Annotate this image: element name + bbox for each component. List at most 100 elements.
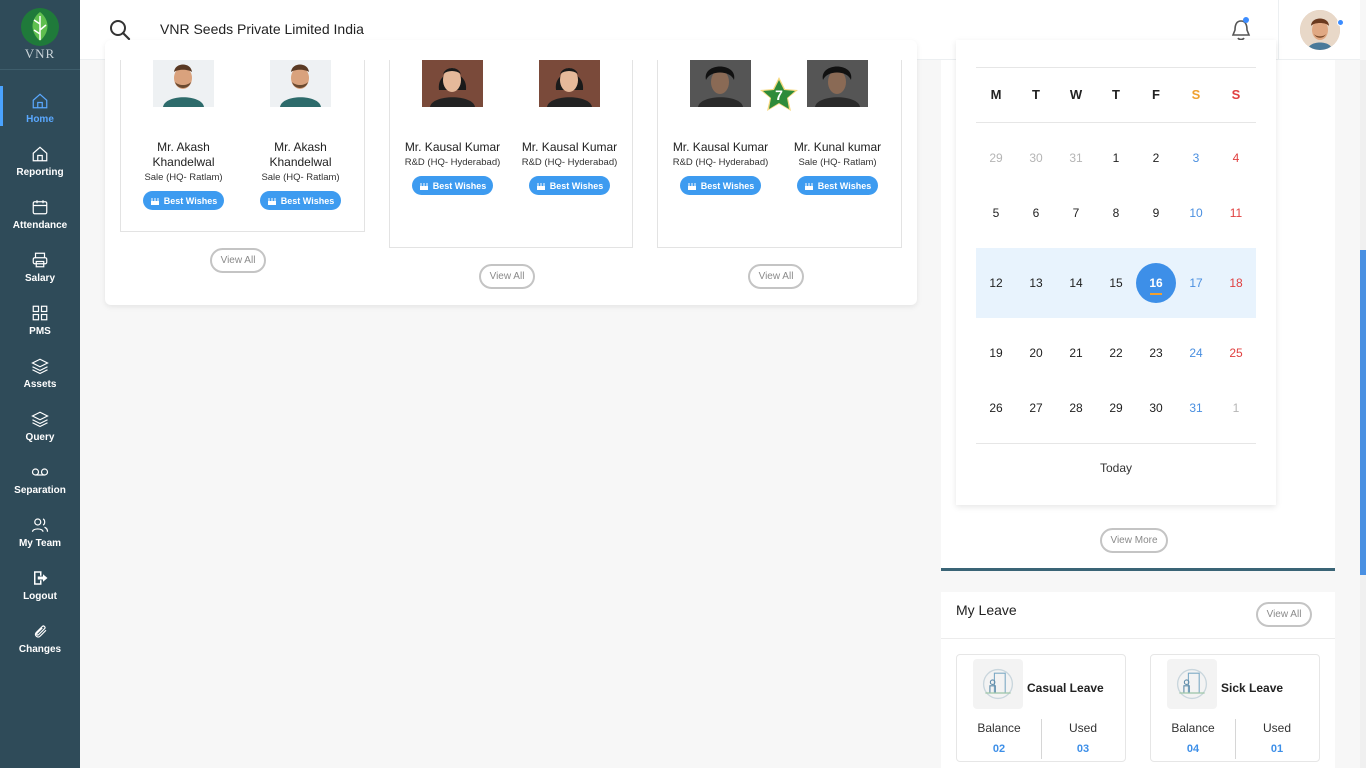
calendar-day[interactable]: 23 — [1136, 346, 1176, 360]
calendar-day[interactable]: 19 — [976, 346, 1016, 360]
calendar-day-today[interactable]: 16 — [1136, 276, 1176, 290]
best-wishes-button[interactable]: Best Wishes — [679, 176, 762, 195]
calendar-day[interactable]: 21 — [1056, 346, 1096, 360]
cake-icon — [804, 182, 813, 190]
person-card: Mr. Kausal Kumar R&D (HQ- Hyderabad) Bes… — [511, 60, 628, 196]
sidebar-item-separation[interactable]: Separation — [0, 453, 80, 506]
leave-balance: Balance 02 — [957, 721, 1041, 755]
calendar-day[interactable]: 30 — [1136, 401, 1176, 415]
calendar-day[interactable]: 29 — [1096, 401, 1136, 415]
calendar-divider — [976, 122, 1256, 123]
sidebar-item-label: Assets — [23, 379, 57, 390]
today-button[interactable]: Today — [976, 461, 1256, 475]
calendar-day[interactable]: 4 — [1216, 151, 1256, 165]
best-wishes-button[interactable]: Best Wishes — [528, 176, 611, 195]
leaf-logo-icon — [21, 8, 59, 46]
voicemail-icon — [31, 468, 49, 476]
sidebar-item-label: My Team — [18, 538, 62, 549]
person-photo — [539, 60, 600, 107]
calendar-day[interactable]: 20 — [1016, 346, 1056, 360]
calendar-day[interactable]: 13 — [1016, 276, 1056, 290]
leave-card-sick[interactable]: Sick Leave Balance 04 Used 01 — [1150, 654, 1320, 762]
avatar[interactable] — [1300, 10, 1340, 50]
calendar-day[interactable]: 12 — [976, 276, 1016, 290]
sidebar-item-label: Salary — [24, 273, 56, 284]
calendar-day[interactable]: 14 — [1056, 276, 1096, 290]
sidebar-item-logout[interactable]: Logout — [0, 559, 80, 612]
person-name: Mr. Kunal kumar — [793, 140, 882, 154]
calendar-day[interactable]: 2 — [1136, 151, 1176, 165]
calendar-day[interactable]: 24 — [1176, 346, 1216, 360]
calendar-day[interactable]: 7 — [1056, 206, 1096, 220]
best-wishes-label: Best Wishes — [432, 180, 487, 191]
calendar-day[interactable]: 22 — [1096, 346, 1136, 360]
leave-view-all-button[interactable]: View All — [1256, 602, 1312, 627]
calendar-day[interactable]: 18 — [1216, 276, 1256, 290]
calendar-day[interactable]: 8 — [1096, 206, 1136, 220]
calendar-day[interactable]: 1 — [1096, 151, 1136, 165]
sidebar-item-label: PMS — [29, 326, 51, 337]
best-wishes-label: Best Wishes — [817, 180, 872, 191]
view-all-button[interactable]: View All — [479, 264, 535, 289]
sidebar-item-salary[interactable]: Salary — [0, 241, 80, 294]
sidebar-item-attendance[interactable]: Attendance — [0, 188, 80, 241]
page-scrollbar-thumb[interactable] — [1360, 250, 1366, 575]
calendar-day[interactable]: 11 — [1216, 206, 1256, 220]
view-all-button[interactable]: View All — [210, 248, 266, 273]
view-more-button[interactable]: View More — [1100, 528, 1168, 553]
weekday-label: W — [1069, 87, 1083, 102]
home-icon — [32, 146, 48, 162]
calendar-day[interactable]: 3 — [1176, 151, 1216, 165]
calendar-day[interactable]: 15 — [1096, 276, 1136, 290]
calendar-day[interactable]: 5 — [976, 206, 1016, 220]
calendar-day[interactable]: 17 — [1176, 276, 1216, 290]
person-dept: R&D (HQ- Hyderabad) — [404, 157, 501, 168]
leave-person-icon — [1167, 659, 1217, 709]
person-photo — [153, 60, 214, 107]
printer-icon — [32, 252, 48, 268]
calendar-day[interactable]: 25 — [1216, 346, 1256, 360]
vnr-logo[interactable]: VNR — [0, 0, 80, 70]
balance-value: 04 — [1186, 743, 1200, 755]
person-name: Mr. Kausal Kumar — [521, 140, 618, 154]
calendar-day[interactable]: 1 — [1216, 401, 1256, 415]
notification-dot — [1243, 17, 1249, 23]
calendar-day[interactable]: 31 — [1056, 151, 1096, 165]
leave-card-casual[interactable]: Casual Leave Balance 02 Used 03 — [956, 654, 1126, 762]
calendar-day[interactable]: 27 — [1016, 401, 1056, 415]
calendar-day[interactable]: 29 — [976, 151, 1016, 165]
calendar-day[interactable]: 31 — [1176, 401, 1216, 415]
calendar-day[interactable]: 9 — [1136, 206, 1176, 220]
bell-icon[interactable] — [1230, 18, 1252, 42]
sidebar-item-pms[interactable]: PMS — [0, 294, 80, 347]
calendar-day[interactable]: 6 — [1016, 206, 1056, 220]
search-icon[interactable] — [108, 18, 132, 42]
best-wishes-button[interactable]: Best Wishes — [259, 191, 342, 210]
best-wishes-button[interactable]: Best Wishes — [796, 176, 879, 195]
anniversary-star-icon: 7 — [760, 77, 798, 111]
leave-type-name: Casual Leave — [1027, 681, 1104, 695]
calendar-icon — [32, 200, 48, 215]
sidebar-item-my-team[interactable]: My Team — [0, 506, 80, 559]
sidebar-item-home[interactable]: Home — [0, 82, 80, 135]
today-underline — [1150, 293, 1162, 295]
calendar-day[interactable]: 28 — [1056, 401, 1096, 415]
calendar-day[interactable]: 26 — [976, 401, 1016, 415]
sidebar-item-changes[interactable]: Changes — [0, 612, 80, 665]
calendar-day[interactable]: 10 — [1176, 206, 1216, 220]
cake-icon — [687, 182, 696, 190]
leave-person-icon — [973, 659, 1023, 709]
sidebar-item-query[interactable]: Query — [0, 400, 80, 453]
best-wishes-label: Best Wishes — [549, 180, 604, 191]
sidebar-item-reporting[interactable]: Reporting — [0, 135, 80, 188]
leave-used: Used 03 — [1041, 721, 1125, 755]
calendar-day[interactable]: 30 — [1016, 151, 1056, 165]
sidebar-item-assets[interactable]: Assets — [0, 347, 80, 400]
weekday-label: M — [990, 87, 1002, 102]
user-avatar-icon — [1300, 10, 1340, 50]
person-dept: R&D (HQ- Hyderabad) — [672, 157, 769, 168]
best-wishes-button[interactable]: Best Wishes — [142, 191, 225, 210]
view-all-button[interactable]: View All — [748, 264, 804, 289]
best-wishes-button[interactable]: Best Wishes — [411, 176, 494, 195]
balance-label: Balance — [1171, 721, 1215, 735]
